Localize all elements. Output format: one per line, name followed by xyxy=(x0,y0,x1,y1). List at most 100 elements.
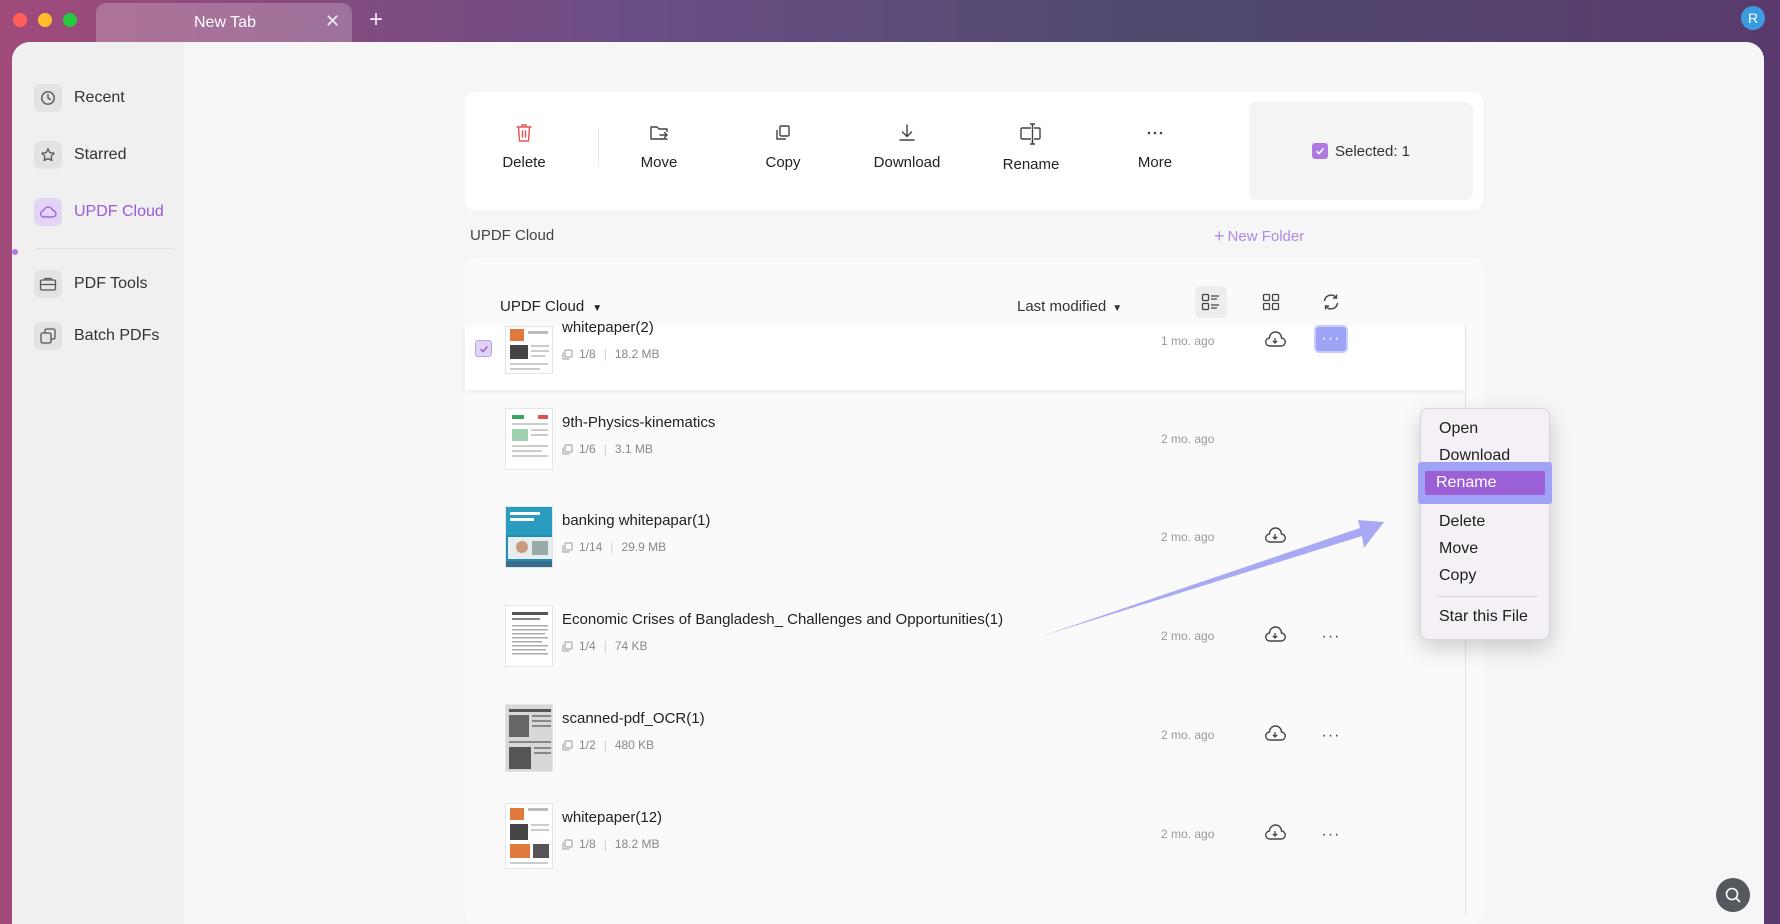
avatar[interactable]: R xyxy=(1741,6,1765,30)
sidebar-item-label: Starred xyxy=(74,146,127,163)
sidebar-item-label: Batch PDFs xyxy=(74,327,160,344)
file-name[interactable]: banking whitepapar(1) xyxy=(562,512,710,529)
sidebar-item-starred[interactable]: Starred xyxy=(34,138,184,172)
list-view-icon xyxy=(1201,293,1219,311)
file-meta: 1/8 | 18.2 MB xyxy=(562,347,660,361)
search-button[interactable] xyxy=(1716,878,1750,912)
menu-item-copy[interactable]: Copy xyxy=(1421,564,1551,588)
star-icon xyxy=(34,141,62,169)
file-meta: 1/2 | 480 KB xyxy=(562,738,654,752)
sort-label: Last modified xyxy=(1017,298,1107,315)
ellipsis-icon: ··· xyxy=(1321,330,1341,347)
table-row[interactable]: 9th-Physics-kinematics 1/6 | 3.1 MB 2 mo. … xyxy=(465,400,1465,486)
selected-count: Selected: 1 xyxy=(1334,142,1411,160)
caret-down-icon: ▼ xyxy=(592,303,603,314)
file-size: 29.9 MB xyxy=(621,540,667,554)
file-name[interactable]: scanned-pdf_OCR(1) xyxy=(562,710,705,727)
file-size: 18.2 MB xyxy=(614,837,660,851)
modified-date: 2 mo. ago xyxy=(1161,827,1215,841)
ellipsis-icon: ··· xyxy=(1321,826,1341,843)
grid-view-button[interactable] xyxy=(1255,286,1287,318)
pages-icon xyxy=(562,444,573,454)
file-size: 3.1 MB xyxy=(614,442,653,456)
sidebar-item-label: Recent xyxy=(74,89,125,106)
file-thumbnail xyxy=(505,704,553,772)
file-name[interactable]: 9th-Physics-kinematics xyxy=(562,414,715,431)
delete-label: Delete xyxy=(502,154,546,171)
file-name[interactable]: whitepaper(2) xyxy=(562,319,654,336)
delete-button[interactable]: Delete xyxy=(474,122,574,182)
sidebar-item-label: PDF Tools xyxy=(74,275,148,292)
menu-item-rename[interactable]: Rename xyxy=(1418,462,1552,504)
search-icon xyxy=(1725,887,1741,903)
file-meta: 1/6 | 3.1 MB xyxy=(562,442,653,456)
copy-button[interactable]: Copy xyxy=(733,122,833,182)
refresh-button[interactable] xyxy=(1315,286,1347,318)
table-row[interactable]: scanned-pdf_OCR(1) 1/2 | 480 KB 2 mo. ago … xyxy=(465,696,1465,782)
row-more-button[interactable]: ··· xyxy=(1314,821,1348,849)
action-toolbar: Delete Move Copy Download Rename More Se… xyxy=(465,92,1483,210)
cloud-sync-icon[interactable] xyxy=(1263,330,1287,350)
rename-label: Rename xyxy=(1002,156,1060,173)
menu-item-delete[interactable]: Delete xyxy=(1421,510,1551,534)
file-meta: 1/4 | 74 KB xyxy=(562,639,648,653)
tab-close-icon[interactable]: ✕ xyxy=(325,11,340,32)
clock-icon xyxy=(34,84,62,112)
sidebar-item-pdf-tools[interactable]: PDF Tools xyxy=(34,267,184,301)
minimize-window-button[interactable] xyxy=(38,13,52,27)
page-count: 1/4 xyxy=(579,639,596,653)
row-more-button[interactable]: ··· xyxy=(1314,325,1348,353)
cloud-sync-icon[interactable] xyxy=(1263,724,1287,744)
pages-icon xyxy=(562,641,573,651)
sidebar-item-updf-cloud[interactable]: UPDF Cloud xyxy=(34,195,184,229)
copy-label: Copy xyxy=(765,154,801,171)
file-thumbnail xyxy=(505,605,553,667)
list-view-button[interactable] xyxy=(1195,286,1227,318)
page-count: 1/8 xyxy=(579,347,596,361)
page-count: 1/6 xyxy=(579,442,596,456)
file-thumbnail xyxy=(505,326,553,374)
sidebar-item-recent[interactable]: Recent xyxy=(34,81,184,115)
refresh-icon xyxy=(1323,294,1339,310)
new-folder-label: New Folder xyxy=(1227,228,1305,245)
move-label: Move xyxy=(640,154,678,171)
sidebar-item-batch-pdfs[interactable]: Batch PDFs xyxy=(34,319,184,353)
breadcrumb: UPDF Cloud xyxy=(470,227,555,244)
rename-button[interactable]: Rename xyxy=(981,122,1081,182)
selection-status: Selected: 1 xyxy=(1249,102,1473,200)
cloud-icon xyxy=(34,198,62,226)
menu-divider xyxy=(1437,596,1537,597)
more-button[interactable]: More xyxy=(1105,122,1205,182)
caret-down-icon: ▼ xyxy=(1112,303,1123,314)
pages-icon xyxy=(562,740,573,750)
new-folder-button[interactable]: + New Folder xyxy=(1214,226,1304,247)
ellipsis-icon xyxy=(1147,131,1163,135)
zoom-window-button[interactable] xyxy=(63,13,77,27)
row-checkbox[interactable] xyxy=(475,340,492,357)
folder-dropdown[interactable]: UPDF Cloud ▼ xyxy=(500,298,602,315)
row-more-button[interactable]: ··· xyxy=(1314,722,1348,750)
move-button[interactable]: Move xyxy=(609,122,709,182)
batch-files-icon xyxy=(34,322,62,350)
menu-item-open[interactable]: Open xyxy=(1421,417,1551,441)
download-button[interactable]: Download xyxy=(857,122,957,182)
modified-date: 1 mo. ago xyxy=(1161,334,1215,348)
pages-icon xyxy=(562,542,573,552)
app-window: Recent Starred UPDF Cloud PDF Tools Batc… xyxy=(12,42,1764,924)
pages-icon xyxy=(562,839,573,849)
file-name[interactable]: Economic Crises of Bangladesh_ Challenge… xyxy=(562,611,1003,628)
tab-new-tab[interactable]: New Tab ✕ xyxy=(96,3,352,42)
cloud-sync-icon[interactable] xyxy=(1263,823,1287,843)
menu-item-star[interactable]: Star this File xyxy=(1421,605,1551,629)
modified-date: 2 mo. ago xyxy=(1161,728,1215,742)
page-count: 1/2 xyxy=(579,738,596,752)
close-window-button[interactable] xyxy=(13,13,27,27)
table-row[interactable]: whitepaper(2) 1/8 | 18.2 MB 1 mo. ago ··· xyxy=(465,319,1465,390)
table-row[interactable]: whitepaper(12) 1/8 | 18.2 MB 2 mo. ago ··· xyxy=(465,795,1465,881)
file-name[interactable]: whitepaper(12) xyxy=(562,809,662,826)
file-meta: 1/14 | 29.9 MB xyxy=(562,540,666,554)
new-tab-plus-icon[interactable]: + xyxy=(369,6,383,34)
sort-dropdown[interactable]: Last modified ▼ xyxy=(1017,298,1122,315)
menu-item-move[interactable]: Move xyxy=(1421,537,1551,561)
annotation-arrow xyxy=(1042,520,1384,636)
